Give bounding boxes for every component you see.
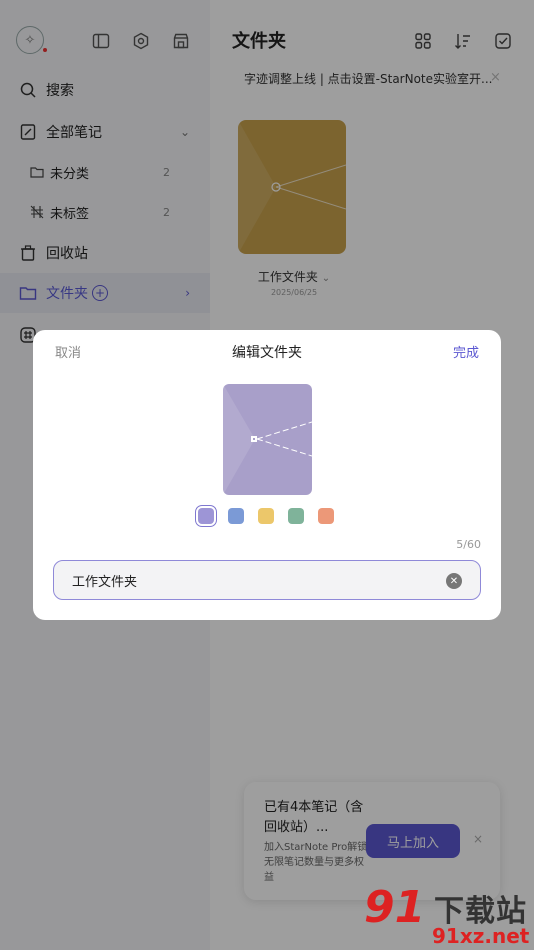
done-button[interactable]: 完成 [453, 342, 479, 361]
folder-cover-preview [223, 384, 312, 495]
color-swatch[interactable] [195, 505, 217, 527]
folder-name-input[interactable]: 工作文件夹 ✕ [53, 560, 481, 600]
edit-folder-dialog: 编辑文件夹 取消 完成 5/60 工作文件夹 ✕ [33, 330, 501, 620]
color-swatch[interactable] [288, 508, 304, 524]
watermark-url: 91xz.net [432, 924, 530, 948]
color-swatch[interactable] [318, 508, 334, 524]
cancel-button[interactable]: 取消 [55, 342, 81, 361]
color-swatches [195, 505, 334, 527]
watermark-logo: 91 [364, 882, 426, 933]
folder-name-value: 工作文件夹 [72, 574, 138, 590]
dialog-title: 编辑文件夹 [232, 345, 302, 361]
char-counter: 5/60 [456, 538, 481, 551]
color-swatch[interactable] [228, 508, 244, 524]
clear-icon[interactable]: ✕ [446, 573, 462, 589]
watermark: 91 下载站 91xz.net [360, 880, 534, 950]
color-swatch[interactable] [258, 508, 274, 524]
folder-cover-art [223, 384, 312, 495]
